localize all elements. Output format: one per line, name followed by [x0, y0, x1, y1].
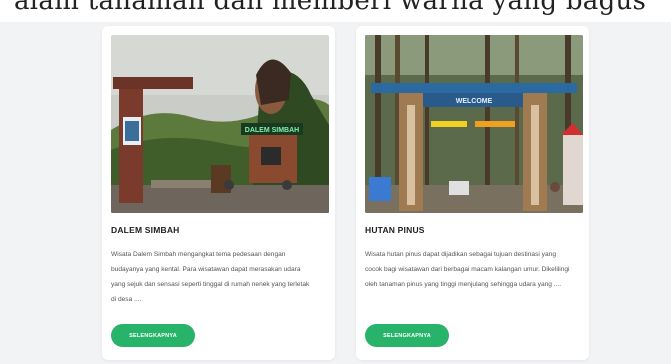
photo-sign-text: DALEM SIMBAH	[245, 127, 299, 134]
hutan-pinus-photo: WELCOME	[365, 35, 583, 213]
photo-sign-text: WELCOME	[456, 98, 493, 105]
destination-card-hutan-pinus: WELCOME HUTAN PINUS Wisata hutan pinus d…	[356, 26, 589, 360]
destination-card-dalem-simbah: DALEM SIMBAH DALEM SIMBAH Wisata Dalem S…	[102, 26, 335, 360]
card-description: Wisata Dalem Simbah mengangkat tema pede…	[111, 251, 310, 303]
card-description: Wisata hutan pinus dapat dijadikan sebag…	[365, 251, 570, 288]
read-more-button[interactable]: SELENGKAPNYA	[111, 324, 195, 347]
top-strip: alam tanaman dan memberi warna yang bagu…	[0, 0, 671, 22]
read-more-button[interactable]: SELENGKAPNYA	[365, 324, 449, 347]
cropped-heading: alam tanaman dan memberi warna yang bagu…	[14, 0, 647, 16]
card-title: DALEM SIMBAH	[111, 225, 180, 235]
card-title: HUTAN PINUS	[365, 225, 425, 235]
dalem-simbah-photo: DALEM SIMBAH	[111, 35, 329, 213]
